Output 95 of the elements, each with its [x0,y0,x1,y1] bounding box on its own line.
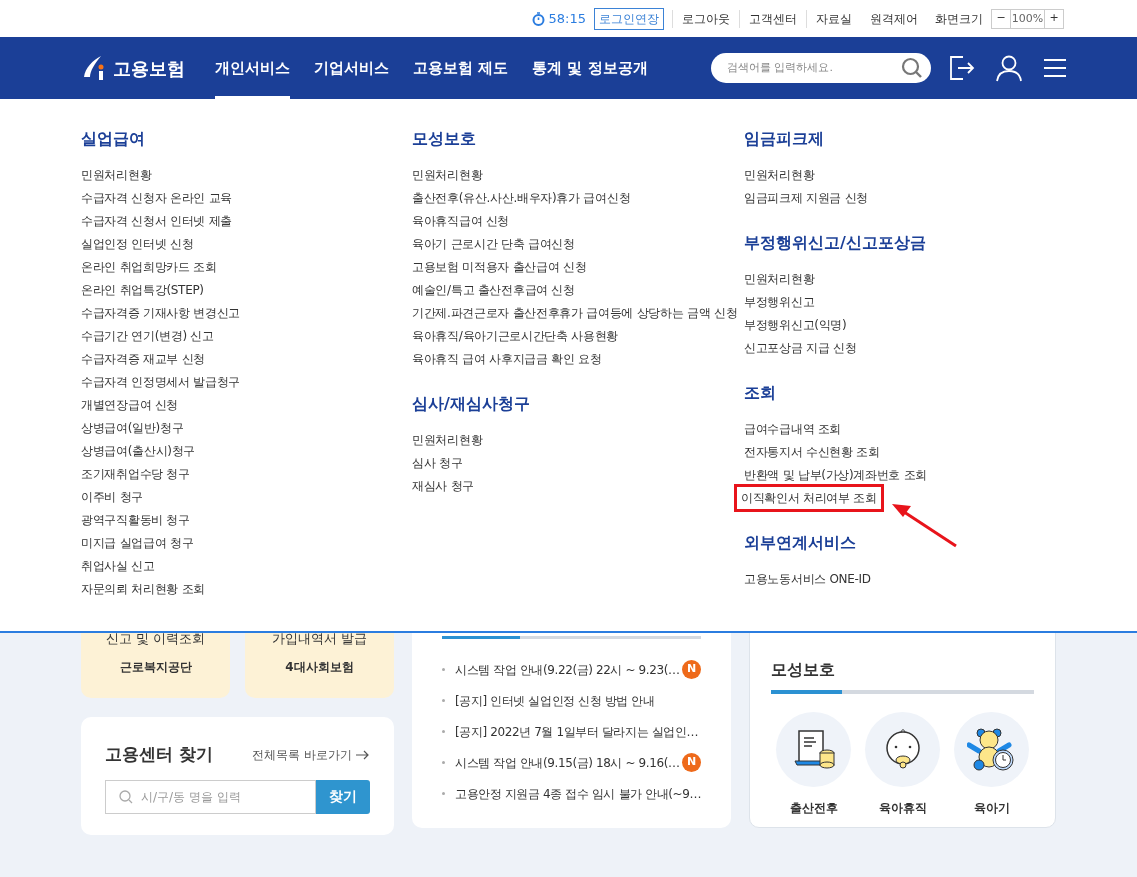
menu-link[interactable]: 수급기간 연기(변경) 신고 [81,326,214,345]
utility-link[interactable]: 로그아웃 [672,9,739,28]
utility-link[interactable]: 자료실 [806,9,861,28]
menu-section-title: 조회 [744,382,777,404]
menu-link[interactable]: 취업사실 신고 [81,556,155,575]
logo-text: 고용보험 [113,56,185,81]
menu-link[interactable]: 재심사 청구 [412,476,474,495]
menu-link[interactable]: 수급자격 신청자 온라인 교육 [81,188,232,207]
menu-section-title: 심사/재심사청구 [412,393,531,415]
utility-link[interactable]: 원격제어 [861,9,927,28]
menu-link[interactable]: 육아휴직/육아기근로시간단축 사용현황 [412,326,619,345]
menu-link[interactable]: 자문의뢰 처리현황 조회 [81,579,206,598]
arrow-right-icon [356,749,370,760]
menu-link[interactable]: 육아휴직급여 신청 [412,211,510,230]
menu-section-title: 부정행위신고/신고포상금 [744,232,927,254]
zoom-in-button[interactable]: + [1044,9,1063,28]
menu-link[interactable]: 고용노동서비스 ONE-ID [744,569,871,588]
menu-link[interactable]: 민원처리현황 [744,165,815,184]
new-badge: N [682,660,702,679]
menu-link[interactable]: 수급자격 인정명세서 발급청구 [81,372,241,391]
menu-link[interactable]: 예술인/특고 출산전후급여 신청 [412,280,575,299]
notice-link[interactable]: 시스템 작업 안내(9.22(금) 22시 ~ 9.23(… [455,660,683,679]
menu-link[interactable]: 조기재취업수당 청구 [81,464,190,483]
card-title: 모성보호 [771,660,836,679]
menu-link[interactable]: 미지급 실업급여 청구 [81,533,194,552]
menu-icon[interactable] [1043,57,1067,79]
menu-link[interactable]: 민원처리현황 [412,430,483,449]
menu-link[interactable]: 육아기 근로시간 단축 급여신청 [412,234,575,253]
menu-link[interactable]: 신고포상금 지급 신청 [744,338,857,357]
menu-link[interactable]: 기간제.파견근로자 출산전후휴가 급여등에 상당하는 금액 신청 [412,303,738,322]
menu-link[interactable]: 반환액 및 납부(가상)계좌번호 조회 [744,465,928,484]
menu-link[interactable]: 심사 청구 [412,453,463,472]
menu-section-title: 모성보호 [412,128,477,150]
nav-tab[interactable]: 고용보험 제도 [413,37,509,99]
search-field[interactable]: 검색어를 입력하세요. [711,53,931,83]
category-label: 출산전후 [789,800,838,817]
category-label: 육아휴직 [878,800,927,817]
zoom-value: 100% [1011,10,1044,27]
menu-link[interactable]: 실업인정 인터넷 신청 [81,234,194,253]
menu-link[interactable]: 민원처리현황 [744,269,815,288]
menu-link[interactable]: 상병급여(일반)청구 [81,418,184,437]
zoom-out-button[interactable]: − [992,9,1011,28]
category-label: 육아기 [973,800,1010,817]
notice-link[interactable]: [공지] 인터넷 실업인정 신청 방법 안내 [455,691,702,710]
utility-link[interactable]: 고객센터 [739,9,806,28]
org-name: 근로복지공단 [119,659,192,676]
menu-link[interactable]: 부정행위신고 [744,292,815,311]
menu-link[interactable]: 급여수급내역 조회 [744,419,842,438]
menu-link[interactable]: 출산전후(유산.사산.배우자)휴가 급여신청 [412,188,631,207]
menu-section-title: 외부연계서비스 [744,532,857,554]
teddy-bear-clock-icon [966,726,1017,773]
menu-link[interactable]: 전자통지서 수신현황 조회 [744,442,880,461]
menu-link[interactable]: 육아휴직 급여 사후지급금 확인 요청 [412,349,602,368]
menu-link[interactable]: 이주비 청구 [81,487,143,506]
center-search-field[interactable]: 시/구/동 명을 입력 [105,779,316,814]
category-shortcut[interactable]: 출산전후 [776,712,852,817]
card-title: 고용센터 찾기 [105,743,213,766]
logout-icon[interactable] [947,54,975,82]
notice-link[interactable]: 시스템 작업 안내(9.15(금) 18시 ~ 9.16(… [455,753,683,772]
quick-link-label: 가입내역서 발급 [271,629,368,648]
search-icon[interactable] [901,57,923,79]
user-icon[interactable] [995,54,1023,82]
menu-link[interactable]: 민원처리현황 [412,165,483,184]
stopwatch-icon [531,11,545,26]
menu-link[interactable]: 광역구직활동비 청구 [81,510,190,529]
category-shortcut[interactable]: 육아기 [954,712,1030,817]
menu-link[interactable]: 상병급여(출산시)청구 [81,441,196,460]
menu-section-title: 실업급여 [81,128,146,150]
quick-link-label: 신고 및 이력조회 [105,629,206,648]
menu-link[interactable]: 임금피크제 지원금 신청 [744,188,869,207]
nav-tab[interactable]: 통계 및 정보공개 [532,37,648,99]
category-shortcut[interactable]: 육아휴직 [865,712,941,817]
menu-link[interactable]: 수급자격증 기재사항 변경신고 [81,303,241,322]
center-search-input[interactable]: 시/구/동 명을 입력 [141,787,301,806]
new-badge: N [682,753,702,772]
menu-link[interactable]: 온라인 취업희망카드 조회 [81,257,217,276]
menu-link[interactable]: 민원처리현황 [81,165,152,184]
menu-link[interactable]: 개별연장급여 신청 [81,395,179,414]
menu-link[interactable]: 수급자격증 재교부 신청 [81,349,206,368]
org-name: 4대사회보험 [285,659,354,676]
menu-link[interactable]: 온라인 취업특강(STEP) [81,280,204,299]
menu-link[interactable]: 부정행위신고(익명) [744,315,847,334]
menu-link[interactable]: 수급자격 신청서 인터넷 제출 [81,211,232,230]
notice-link[interactable]: 고용안정 지원금 4종 접수 임시 불가 안내(~9… [455,784,702,803]
notice-link[interactable]: [공지] 2022년 7월 1일부터 달라지는 실업인… [455,722,702,741]
view-all-link[interactable]: 전체목록 바로가기 [252,745,370,764]
search-icon [119,789,133,804]
menu-section-title: 임금피크제 [744,128,825,150]
menu-link[interactable]: 고용보험 미적용자 출산급여 신청 [412,257,587,276]
search-input[interactable]: 검색어를 입력하세요. [727,59,901,77]
extend-login-button[interactable]: 로그인연장 [594,7,664,30]
nav-tab[interactable]: 기업서비스 [314,37,389,99]
session-timer: 58:15 [548,9,586,28]
zoom-label: 화면크기 [934,10,984,28]
menu-link[interactable]: 이직확인서 처리여부 조회 [734,483,884,512]
